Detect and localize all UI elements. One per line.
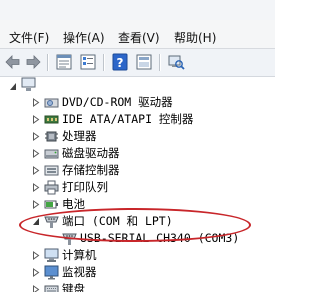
tree-item-print-queue[interactable]: 打印队列 bbox=[0, 179, 275, 196]
tree-item-label: 磁盘驱动器 bbox=[62, 146, 120, 160]
storage-controller-icon bbox=[44, 165, 59, 176]
tree-item-keyboard[interactable]: 键盘 bbox=[0, 281, 275, 292]
processor-icon bbox=[45, 131, 58, 142]
tree-item-usb-serial-ch340[interactable]: USB-SERIAL CH340 (COM3) bbox=[0, 230, 275, 247]
tree-item-label: 处理器 bbox=[62, 129, 97, 143]
ide-controller-icon bbox=[44, 115, 59, 124]
svg-text:?: ? bbox=[117, 56, 124, 70]
tree-item-label: 监视器 bbox=[62, 265, 97, 279]
properties-icon bbox=[56, 54, 72, 70]
menu-bar: 文件(F) 操作(A) 查看(V) 帮助(H) bbox=[0, 20, 275, 49]
back-button[interactable] bbox=[3, 52, 23, 72]
tree-item-ide-controller[interactable]: IDE ATA/ATAPI 控制器 bbox=[0, 111, 275, 128]
expand-arrow-icon[interactable] bbox=[32, 115, 40, 124]
tree-root-row[interactable] bbox=[0, 77, 275, 94]
port-icon bbox=[62, 233, 77, 245]
tree-item-monitor[interactable]: 监视器 bbox=[0, 264, 275, 281]
tree-item-computer[interactable]: 计算机 bbox=[0, 247, 275, 264]
computer-icon bbox=[21, 77, 36, 91]
tree-item-disk-drive[interactable]: 磁盘驱动器 bbox=[0, 145, 275, 162]
monitor-icon bbox=[44, 265, 59, 280]
battery-icon bbox=[44, 200, 58, 209]
scan-hardware-button[interactable] bbox=[166, 52, 186, 72]
expand-arrow-icon[interactable] bbox=[32, 183, 40, 192]
tree-item-storage-controller[interactable]: 存储控制器 bbox=[0, 162, 275, 179]
device-list-button[interactable] bbox=[78, 52, 98, 72]
forward-button[interactable] bbox=[23, 52, 43, 72]
menu-view[interactable]: 查看(V) bbox=[118, 29, 160, 46]
properties-button[interactable] bbox=[54, 52, 74, 72]
help-button[interactable]: ? bbox=[110, 52, 130, 72]
tree-item-label: IDE ATA/ATAPI 控制器 bbox=[62, 112, 194, 126]
expand-arrow-icon[interactable] bbox=[32, 166, 40, 175]
tree-item-label: 存储控制器 bbox=[62, 163, 120, 177]
printer-icon bbox=[44, 180, 59, 195]
port-icon bbox=[44, 216, 59, 228]
device-view-button[interactable] bbox=[134, 52, 154, 72]
toolbar-separator bbox=[103, 54, 104, 71]
collapse-arrow-icon[interactable] bbox=[9, 82, 17, 91]
tree-item-processor[interactable]: 处理器 bbox=[0, 128, 275, 145]
tree-item-label: 电池 bbox=[62, 197, 85, 211]
computer-icon bbox=[44, 248, 59, 262]
help-icon: ? bbox=[112, 53, 128, 71]
scan-hardware-icon bbox=[168, 55, 185, 70]
menu-file[interactable]: 文件(F) bbox=[9, 29, 49, 46]
device-view-icon bbox=[136, 54, 152, 70]
disk-drive-icon bbox=[44, 149, 59, 159]
toolbar: ? bbox=[0, 49, 275, 77]
tree-item-label: 键盘 bbox=[62, 282, 85, 292]
expand-arrow-icon[interactable] bbox=[32, 132, 40, 141]
tree-item-label: USB-SERIAL CH340 (COM3) bbox=[80, 231, 240, 245]
expand-arrow-icon[interactable] bbox=[32, 149, 40, 158]
dvd-drive-icon bbox=[44, 98, 59, 108]
title-bar bbox=[0, 0, 275, 21]
back-arrow-icon bbox=[5, 55, 20, 69]
tree-item-label: DVD/CD-ROM 驱动器 bbox=[62, 95, 173, 109]
tree-item-battery[interactable]: 电池 bbox=[0, 196, 275, 213]
device-list-icon bbox=[80, 54, 96, 70]
expand-arrow-icon[interactable] bbox=[32, 285, 40, 292]
device-manager-window: 文件(F) 操作(A) 查看(V) 帮助(H) ? DVD/CD-ROM 驱动器… bbox=[0, 0, 275, 292]
tree-item-ports[interactable]: 端口 (COM 和 LPT) bbox=[0, 213, 275, 230]
collapse-arrow-icon[interactable] bbox=[32, 217, 40, 226]
forward-arrow-icon bbox=[26, 55, 41, 69]
expand-arrow-icon[interactable] bbox=[32, 200, 40, 209]
expand-arrow-icon[interactable] bbox=[32, 251, 40, 260]
menu-help[interactable]: 帮助(H) bbox=[174, 29, 216, 46]
expand-arrow-icon[interactable] bbox=[32, 98, 40, 107]
keyboard-icon bbox=[44, 285, 59, 292]
device-tree: DVD/CD-ROM 驱动器 IDE ATA/ATAPI 控制器 处理器 磁盘驱… bbox=[0, 77, 275, 292]
tree-item-dvd-cdrom[interactable]: DVD/CD-ROM 驱动器 bbox=[0, 94, 275, 111]
expand-arrow-icon[interactable] bbox=[32, 268, 40, 277]
toolbar-separator bbox=[159, 54, 160, 71]
tree-item-label: 计算机 bbox=[62, 248, 97, 262]
toolbar-separator bbox=[47, 54, 48, 71]
tree-item-label: 打印队列 bbox=[62, 180, 108, 194]
menu-action[interactable]: 操作(A) bbox=[63, 29, 105, 46]
tree-item-label: 端口 (COM 和 LPT) bbox=[62, 214, 173, 228]
